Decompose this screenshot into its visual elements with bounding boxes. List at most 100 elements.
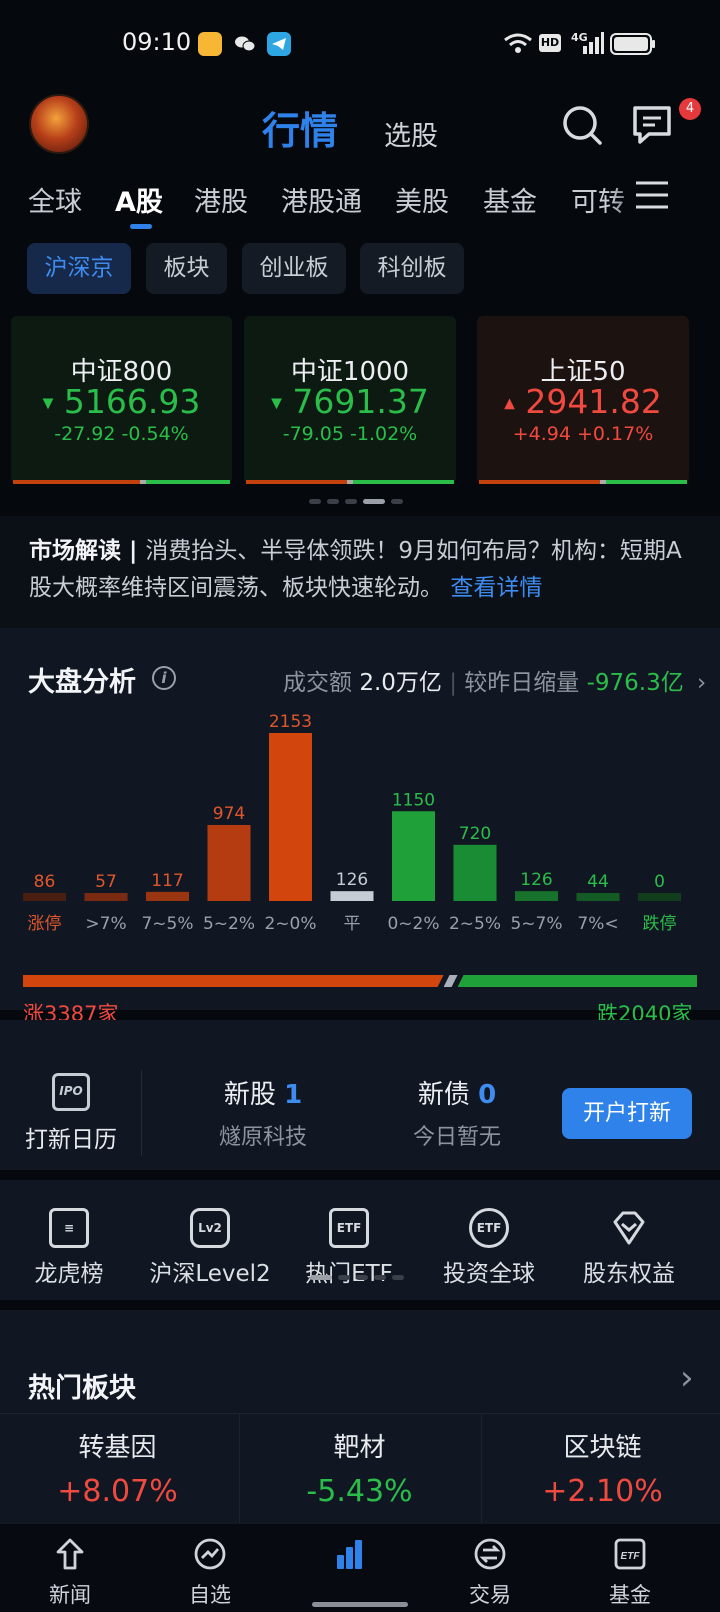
market-news-text[interactable]: 市场解读 | 消费抬头、半导体领跌！9月如何布局？机构：短期A股大概率维持区间震… <box>29 533 699 607</box>
tab-global[interactable]: 全球 <box>28 180 82 219</box>
shortcut-dragon-tiger[interactable]: ≡ 龙虎榜 <box>0 1208 139 1288</box>
distribution-bar <box>576 893 620 901</box>
distribution-bar <box>146 891 189 901</box>
divider <box>239 1413 240 1523</box>
bar-value-label: 720 <box>459 824 491 844</box>
globe-etf-icon: ETF <box>469 1208 509 1248</box>
bar-value-label: 1150 <box>392 790 435 810</box>
bar-category-label: 7%< <box>577 914 618 934</box>
bar-value-label: 126 <box>336 870 368 890</box>
bar-value-label: 974 <box>213 804 245 824</box>
distribution-chart: 86 涨停 57 >7% 117 7~5% 974 5~2% 2153 2~0% 126 平 1150 0… <box>23 712 681 934</box>
hot-sector-item[interactable]: 区块链 +2.10% <box>485 1427 720 1509</box>
ipo-calendar-icon[interactable]: IPO <box>52 1073 90 1111</box>
nav-market[interactable] <box>310 1537 390 1575</box>
bar-category-label: 7~5% <box>141 914 193 934</box>
bar-category-label: 0~2% <box>387 914 439 934</box>
subtab-star[interactable]: 科创板 <box>360 243 464 294</box>
shortcut-shareholder[interactable]: 股东权益 <box>559 1208 699 1288</box>
subtab-sector[interactable]: 板块 <box>146 243 227 294</box>
wechat-icon <box>233 32 257 56</box>
distribution-bar <box>84 893 128 901</box>
wifi-icon <box>504 33 532 53</box>
up-down-ratio-bar <box>23 975 697 987</box>
index-value: ▼ 5166.93 <box>42 382 201 421</box>
hot-sector-item[interactable]: 转基因 +8.07% <box>0 1427 235 1509</box>
svg-text:ETF: ETF <box>621 1551 641 1562</box>
bar-category-label: 5~2% <box>203 914 255 934</box>
distribution-bar <box>453 844 497 901</box>
etf-icon: ETF <box>329 1208 369 1248</box>
new-stock-entry[interactable]: 新股 1 燧原科技 <box>203 1074 323 1151</box>
nav-trade[interactable]: 交易 <box>450 1537 530 1609</box>
distribution-bar <box>392 811 435 901</box>
diamond-icon <box>609 1208 649 1248</box>
search-icon[interactable] <box>561 104 603 146</box>
index-change: +4.94 +0.17% <box>512 423 654 445</box>
bar-category-label: >7% <box>85 914 126 934</box>
arrow-down-icon: ▼ <box>271 395 282 412</box>
list-doc-icon: ≡ <box>49 1208 89 1248</box>
bar-value-label: 126 <box>520 870 552 890</box>
open-account-button[interactable]: 开户打新 <box>562 1088 692 1139</box>
index-card[interactable]: 中证1000 ▼ 7691.37 -79.05 -1.02% <box>244 316 456 484</box>
bar-value-label: 57 <box>95 872 117 892</box>
chevron-right-icon: › <box>697 670 707 696</box>
distribution-bar <box>269 733 312 901</box>
index-card[interactable]: 中证800 ▼ 5166.93 -27.92 -0.54% <box>11 316 232 484</box>
chevron-right-icon[interactable]: › <box>680 1358 694 1398</box>
telegram-icon <box>267 32 291 56</box>
news-detail-link[interactable]: 查看详情 <box>450 575 542 601</box>
ipo-calendar-label[interactable]: 打新日历 <box>25 1120 117 1154</box>
message-icon[interactable] <box>631 104 673 146</box>
bar-category-label: 跌停 <box>643 914 677 934</box>
nav-news[interactable]: 新闻 <box>30 1537 110 1609</box>
distribution-bar <box>330 891 374 901</box>
subtab-chinext[interactable]: 创业板 <box>242 243 346 294</box>
watchlist-icon <box>194 1538 226 1570</box>
nav-fund[interactable]: ETF 基金 <box>590 1537 670 1609</box>
distribution-bar <box>638 893 681 901</box>
turnover-summary[interactable]: 成交额 2.0万亿 | 较昨日缩量 -976.3亿 › <box>283 663 706 697</box>
tab-a-share[interactable]: A股 <box>115 180 163 219</box>
status-bar: 09:10 HD 4G <box>0 0 720 90</box>
divider <box>141 1070 142 1156</box>
shortcut-global-invest[interactable]: ETF 投资全球 <box>419 1208 559 1288</box>
bar-value-label: 117 <box>151 871 183 891</box>
index-ratio-bar <box>479 480 687 484</box>
market-bars-icon <box>337 1540 362 1569</box>
bar-category-label: 2~5% <box>449 914 501 934</box>
trade-icon <box>474 1538 506 1570</box>
level2-icon: Lv2 <box>190 1208 230 1248</box>
tab-stock-picker[interactable]: 选股 <box>384 114 438 153</box>
distribution-bar <box>515 891 558 901</box>
tab-fund[interactable]: 基金 <box>483 180 537 219</box>
index-card[interactable]: 上证50 ▲ 2941.82 +4.94 +0.17% <box>477 316 689 484</box>
info-icon[interactable]: i <box>152 666 176 690</box>
arrow-up-icon: ▲ <box>504 395 515 412</box>
bar-value-label: 0 <box>654 872 665 892</box>
news-label: 市场解读 <box>29 538 121 564</box>
shortcut-level2[interactable]: Lv2 沪深Level2 <box>140 1208 280 1288</box>
new-bond-entry[interactable]: 新债 0 今日暂无 <box>397 1074 517 1151</box>
tab-hk-connect[interactable]: 港股通 <box>281 180 362 219</box>
subtab-shszbj[interactable]: 沪深京 <box>27 243 131 294</box>
active-tab-indicator <box>130 224 152 229</box>
tab-hk[interactable]: 港股 <box>194 180 248 219</box>
card-pagination <box>309 499 403 504</box>
nav-watchlist[interactable]: 自选 <box>170 1537 250 1609</box>
avatar[interactable] <box>29 94 89 154</box>
hot-sector-item[interactable]: 靶材 -5.43% <box>242 1427 477 1509</box>
analysis-title: 大盘分析 <box>28 667 136 698</box>
bar-value-label: 86 <box>34 872 56 892</box>
tab-us[interactable]: 美股 <box>395 180 449 219</box>
menu-icon[interactable] <box>634 180 670 210</box>
message-badge: 4 <box>679 98 701 120</box>
index-ratio-bar <box>13 480 230 484</box>
bar-value-label: 2153 <box>269 712 312 732</box>
tab-market[interactable]: 行情 <box>262 100 338 155</box>
distribution-bar <box>23 893 66 901</box>
index-change: -79.05 -1.02% <box>282 423 418 445</box>
battery-icon <box>610 33 655 55</box>
weibo-icon <box>198 32 222 56</box>
